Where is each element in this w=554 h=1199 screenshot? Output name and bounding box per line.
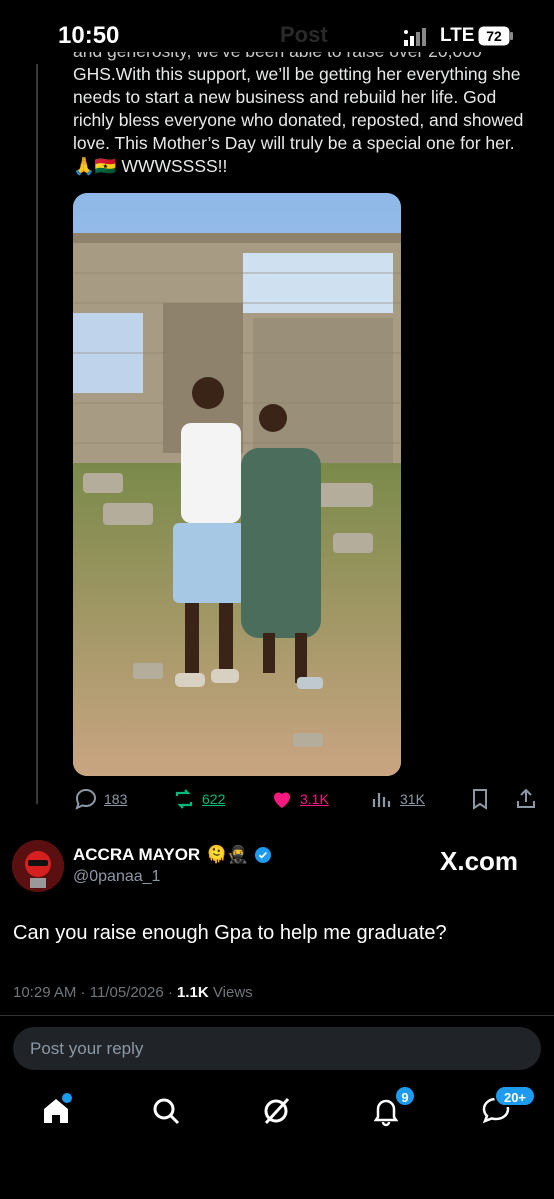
nav-messages[interactable]: 20+ [480, 1085, 536, 1131]
author-handle[interactable]: @0panaa_1 [73, 868, 160, 886]
like-button[interactable]: 3.1K [270, 784, 329, 814]
post-text: Can you raise enough Gpa to help me grad… [13, 922, 447, 944]
network-label: LTE [440, 25, 475, 46]
bookmark-button[interactable] [468, 784, 492, 814]
author-name-row[interactable]: ACCRA MAYOR 🫠🥷 [73, 845, 271, 865]
nav-grok[interactable] [260, 1095, 296, 1131]
repost-count: 622 [202, 791, 226, 807]
views-count: 31K [400, 791, 425, 807]
grok-icon [264, 1097, 290, 1125]
post-views-label: Views [212, 984, 253, 1001]
nav-notifications[interactable]: 9 [370, 1085, 416, 1131]
bookmark-icon [473, 789, 487, 810]
photo-illustration [73, 193, 401, 776]
views-icon [372, 793, 391, 807]
parent-post-text: and generosity, we've been able to raise… [73, 52, 533, 184]
bottom-nav: 9 20+ [0, 1085, 554, 1149]
repost-icon [175, 789, 193, 809]
reply-count: 183 [104, 791, 128, 807]
parent-post-body: GHS.With this support, we’ll be getting … [73, 64, 524, 176]
repost-button[interactable]: 622 [172, 784, 225, 814]
share-button[interactable] [514, 784, 538, 814]
x-watermark: X.com [440, 846, 519, 876]
header-title-faded: Post [280, 22, 328, 47]
divider [0, 1015, 554, 1016]
parent-post-actions: 183 622 3.1K 31K [0, 784, 554, 814]
clock: 10:50 [58, 22, 120, 49]
post-time: 10:29 AM [13, 984, 77, 1001]
reply-icon [75, 788, 97, 810]
post-views-count: 1.1K [177, 984, 209, 1001]
heart-icon [274, 792, 290, 808]
post-meta: 10:29 AM · 11/05/2026 · 1.1K Views [13, 984, 253, 1001]
battery-icon: 72 [478, 26, 513, 46]
avatar[interactable] [12, 840, 64, 892]
post-photo[interactable] [73, 193, 401, 776]
home-unread-dot [62, 1093, 72, 1103]
post-date: 11/05/2026 [89, 984, 164, 1001]
search-icon [153, 1098, 180, 1125]
parent-post-text-cut: and generosity, we've been able to raise… [73, 52, 533, 63]
reply-button[interactable]: 183 [74, 784, 127, 814]
verified-badge-icon [254, 847, 271, 863]
reply-input[interactable]: Post your reply [13, 1027, 541, 1070]
battery-level: 72 [486, 28, 502, 44]
notifications-badge: 9 [394, 1085, 416, 1107]
nav-home[interactable] [40, 1093, 76, 1131]
like-count: 3.1K [300, 791, 329, 807]
messages-badge: 20+ [494, 1085, 536, 1107]
signal-icon [404, 28, 426, 46]
share-icon [517, 788, 535, 808]
author-name: ACCRA MAYOR [73, 845, 201, 864]
author-emoji: 🫠🥷 [206, 845, 249, 864]
views-button[interactable]: 31K [370, 784, 425, 814]
thread-connector [36, 64, 38, 804]
avatar-image [12, 840, 64, 892]
nav-search[interactable] [150, 1095, 186, 1131]
